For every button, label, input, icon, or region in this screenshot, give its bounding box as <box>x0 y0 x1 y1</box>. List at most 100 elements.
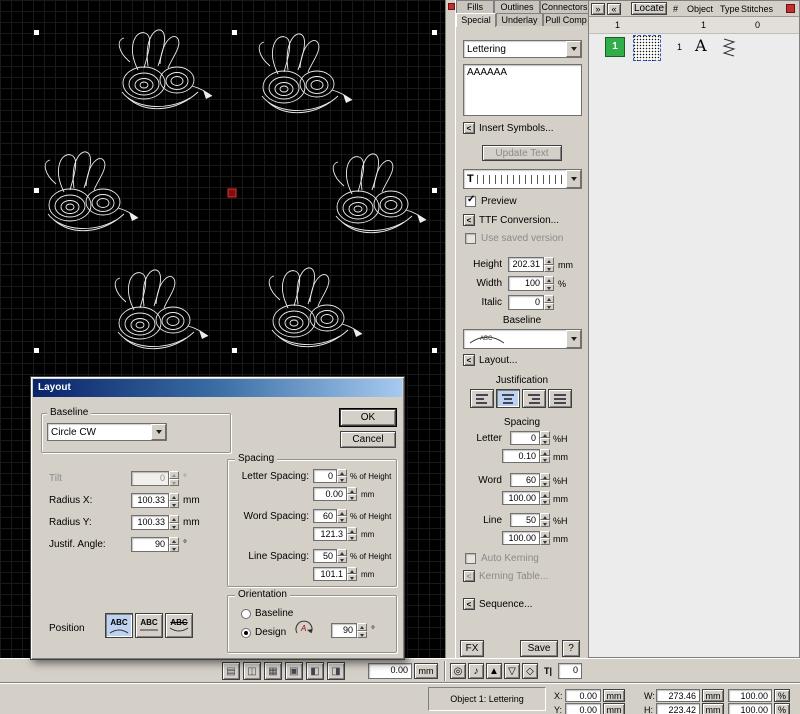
letter-pct-input[interactable]: 0 <box>510 431 540 445</box>
line-pct-spinner[interactable] <box>540 513 550 527</box>
object-kind-combo[interactable]: Lettering <box>463 40 582 58</box>
orientation-angle-input[interactable]: 90 <box>331 623 357 638</box>
panel-close-icon[interactable] <box>448 3 455 10</box>
dialog-titlebar[interactable]: Layout <box>33 379 402 397</box>
y-input[interactable]: 0.00 <box>565 703 601 714</box>
sequence-label[interactable]: Sequence... <box>479 599 532 610</box>
line-spacing-mm-spinner[interactable] <box>347 567 357 581</box>
slow-redraw-icon[interactable]: ♪ <box>468 663 484 679</box>
radius-x-input[interactable]: 100.33 <box>131 493 169 508</box>
w-unit-chip[interactable]: mm <box>702 689 724 702</box>
tab-fills[interactable]: Fills <box>456 0 494 13</box>
scale-x-unit-chip[interactable]: % <box>774 689 790 702</box>
line-pct-input[interactable]: 50 <box>510 513 540 527</box>
word-spacing-mm-input[interactable]: 121.3 <box>313 527 347 541</box>
t-value-input[interactable]: 0 <box>558 663 582 679</box>
fx-button[interactable]: FX <box>460 640 484 657</box>
help-button[interactable]: ? <box>562 640 580 657</box>
justif-angle-input[interactable]: 90 <box>131 537 169 552</box>
word-mm-spinner[interactable] <box>540 491 550 505</box>
letter-mm-input[interactable]: 0.10 <box>502 449 540 463</box>
embroidery-motif[interactable] <box>269 268 362 347</box>
diamond-icon[interactable]: ◇ <box>522 663 538 679</box>
thread-color-chip[interactable]: 1 <box>605 37 625 57</box>
cancel-button[interactable]: Cancel <box>340 431 396 448</box>
h-input[interactable]: 223.42 <box>656 703 700 714</box>
stitch-length-input[interactable]: 0.00 <box>368 663 412 679</box>
object-list-row[interactable]: 1 1 A <box>589 34 799 64</box>
justify-full-button[interactable] <box>548 389 572 408</box>
scale-y-input[interactable]: 100.00 <box>728 703 772 714</box>
update-text-button[interactable]: Update Text <box>482 145 562 161</box>
orientation-angle-spinner[interactable] <box>357 623 367 638</box>
embroidery-motif[interactable] <box>119 30 212 109</box>
stitch-length-unit-chip[interactable]: mm <box>414 663 438 679</box>
embroidery-motif[interactable] <box>333 154 426 233</box>
selection-center-marker[interactable] <box>228 189 236 197</box>
line-spacing-pct-spinner[interactable] <box>337 549 347 563</box>
triangle-down-icon[interactable]: ▽ <box>504 663 520 679</box>
scale-x-input[interactable]: 100.00 <box>728 689 772 702</box>
letter-spacing-pct-input[interactable]: 0 <box>313 469 337 483</box>
letter-pct-spinner[interactable] <box>540 431 550 445</box>
italic-spinner[interactable] <box>544 295 554 310</box>
kerning-table-expand-icon[interactable] <box>463 570 475 582</box>
tab-pull-comp[interactable]: Pull Comp <box>543 13 589 26</box>
baseline-combo[interactable]: ABC <box>463 329 582 349</box>
embroidery-motif[interactable] <box>259 34 352 113</box>
tab-special[interactable]: Special <box>456 13 496 27</box>
orientation-baseline-radio[interactable] <box>241 609 251 619</box>
insert-symbols-expand-icon[interactable] <box>463 122 475 134</box>
baseline-type-combo[interactable]: Circle CW <box>47 423 167 441</box>
chevron-down-icon[interactable] <box>151 424 166 440</box>
hoop-icon[interactable]: ▦ <box>264 662 282 680</box>
line-mm-input[interactable]: 100.00 <box>502 531 540 545</box>
tab-outlines[interactable]: Outlines <box>494 0 540 13</box>
letter-spacing-pct-spinner[interactable] <box>337 469 347 483</box>
line-spacing-pct-input[interactable]: 50 <box>313 549 337 563</box>
ttf-conversion-expand-icon[interactable] <box>463 214 475 226</box>
tab-connectors[interactable]: Connectors <box>540 0 589 13</box>
embroidery-motif[interactable] <box>115 270 208 349</box>
italic-input[interactable]: 0 <box>508 295 544 310</box>
letter-spacing-mm-input[interactable]: 0.00 <box>313 487 347 501</box>
word-pct-input[interactable]: 60 <box>510 473 540 487</box>
preview-checkbox[interactable] <box>465 196 476 207</box>
word-spacing-pct-spinner[interactable] <box>337 509 347 523</box>
justify-center-button[interactable] <box>496 389 520 408</box>
width-input[interactable]: 100 <box>508 276 544 291</box>
scale-y-unit-chip[interactable]: % <box>774 703 790 714</box>
object-thumbnail[interactable] <box>633 35 661 61</box>
collapse-all-button[interactable] <box>607 3 621 15</box>
chevron-down-icon[interactable] <box>566 330 581 348</box>
embroidery-motif[interactable] <box>45 152 138 231</box>
auto-kerning-checkbox[interactable] <box>465 553 476 564</box>
sequence-expand-icon[interactable] <box>463 598 475 610</box>
expand-all-button[interactable] <box>591 3 605 15</box>
radius-x-spinner[interactable] <box>169 493 179 508</box>
locate-button[interactable]: Locate <box>631 2 667 15</box>
position-straight-button[interactable]: ABC <box>135 613 163 638</box>
orientation-design-radio[interactable] <box>241 628 251 638</box>
y-unit-chip[interactable]: mm <box>603 703 625 714</box>
color-group-row[interactable]: 1 1 0 <box>589 17 799 34</box>
machine-connect-icon[interactable]: ◫ <box>243 662 261 680</box>
tilt-input[interactable]: 0 <box>131 471 169 486</box>
height-input[interactable]: 202.31 <box>508 257 544 272</box>
position-arc-up-button[interactable]: ABC <box>105 613 133 638</box>
mirror-icon[interactable]: ◨ <box>327 662 345 680</box>
word-mm-input[interactable]: 100.00 <box>502 491 540 505</box>
layout-expand-icon[interactable] <box>463 354 475 366</box>
word-pct-spinner[interactable] <box>540 473 550 487</box>
tilt-spinner[interactable] <box>169 471 179 486</box>
justify-left-button[interactable] <box>470 389 494 408</box>
ttf-conversion-label[interactable]: TTF Conversion... <box>479 215 559 226</box>
chevron-down-icon[interactable] <box>566 41 581 57</box>
lettering-text-input[interactable]: AAAAAA <box>463 64 582 116</box>
overlap-icon[interactable]: ◧ <box>306 662 324 680</box>
width-spinner[interactable] <box>544 276 554 291</box>
height-spinner[interactable] <box>544 257 554 272</box>
word-spacing-pct-input[interactable]: 60 <box>313 509 337 523</box>
save-button[interactable]: Save <box>520 640 558 657</box>
x-input[interactable]: 0.00 <box>565 689 601 702</box>
